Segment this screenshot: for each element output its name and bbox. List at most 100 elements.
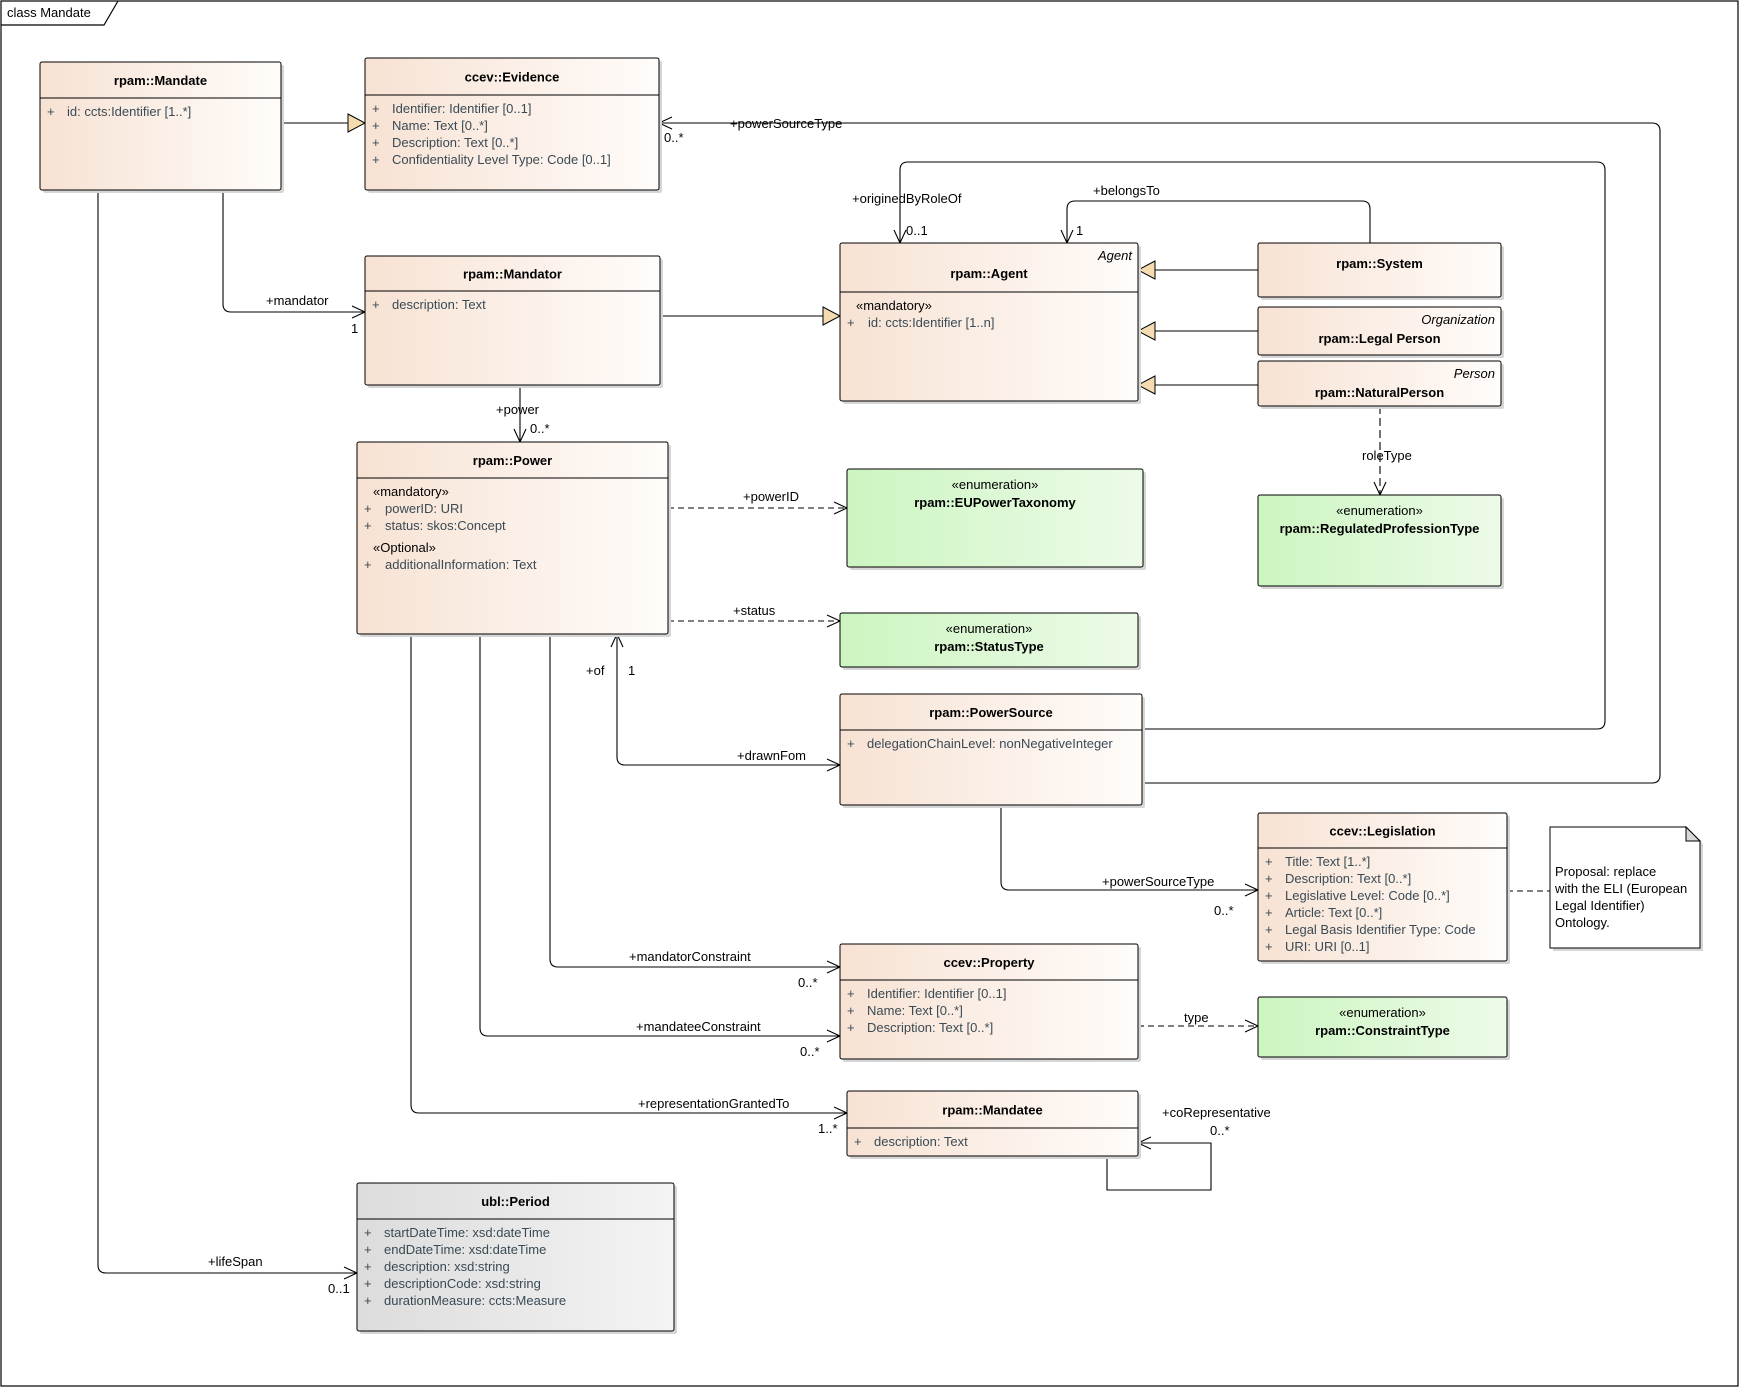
attribute: description: Text — [392, 297, 486, 312]
visibility-marker: + — [364, 1225, 372, 1240]
multiplicity-label: 0..1 — [328, 1281, 350, 1296]
association-powersourcetype-evidence[interactable] — [659, 122, 1661, 784]
class-alias: Agent — [1097, 248, 1133, 263]
visibility-marker: + — [847, 1020, 855, 1035]
enum-stereotype: «enumeration» — [952, 477, 1039, 492]
role-label: roleType — [1362, 448, 1412, 463]
class-title: rpam::NaturalPerson — [1315, 385, 1444, 400]
multiplicity-label: 0..* — [1210, 1123, 1230, 1138]
enum-stereotype: «enumeration» — [946, 621, 1033, 636]
attribute: delegationChainLevel: nonNegativeInteger — [867, 736, 1113, 751]
attribute: Confidentiality Level Type: Code [0..1] — [392, 152, 611, 167]
attribute: URI: URI [0..1] — [1285, 939, 1370, 954]
enum-eu-power-taxonomy[interactable]: «enumeration»rpam::EUPowerTaxonomy — [846, 468, 1146, 570]
class-power-source[interactable]: rpam::PowerSource+ delegationChainLevel: … — [839, 693, 1145, 808]
attribute: description: xsd:string — [384, 1259, 510, 1274]
multiplicity-label: 0..* — [800, 1044, 820, 1059]
class-natural-person[interactable]: Personrpam::NaturalPerson — [1257, 360, 1504, 409]
generalization-arrow-icon — [347, 113, 367, 133]
attribute: status: skos:Concept — [385, 518, 506, 533]
class-evidence[interactable]: ccev::Evidence+ Identifier: Identifier [0… — [364, 57, 662, 193]
class-diagram: class Mandate rpam::Mandate+ id: ccts:Ide… — [0, 0, 1739, 1387]
note-fold — [1685, 825, 1702, 842]
role-label: +status — [733, 603, 776, 618]
visibility-marker: + — [372, 101, 380, 116]
association-mandateeconstraint[interactable] — [479, 634, 840, 1037]
class-legislation[interactable]: ccev::Legislation+ Title: Text [1..*]+ Des… — [1257, 812, 1510, 964]
class-title: ccev::Evidence — [465, 70, 560, 85]
role-label: +power — [496, 402, 540, 417]
visibility-marker: + — [47, 104, 55, 119]
attribute: Article: Text [0..*] — [1285, 905, 1382, 920]
class-period[interactable]: ubl::Period+ startDateTime: xsd:dateTime+… — [356, 1182, 677, 1334]
class-box — [356, 441, 669, 635]
attribute: descriptionCode: xsd:string — [384, 1276, 541, 1291]
attribute: Description: Text [0..*] — [1285, 871, 1411, 886]
attribute: endDateTime: xsd:dateTime — [384, 1242, 546, 1257]
visibility-marker: + — [847, 315, 855, 330]
association-of-drawnfom[interactable] — [616, 634, 840, 766]
visibility-marker: + — [364, 1276, 372, 1291]
visibility-marker: + — [364, 1293, 372, 1308]
visibility-marker: + — [364, 557, 372, 572]
class-title: rpam::Mandatee — [942, 1103, 1042, 1118]
attribute: id: ccts:Identifier [1..*] — [67, 104, 191, 119]
multiplicity-label: 0..* — [664, 130, 684, 145]
attribute: description: Text — [874, 1134, 968, 1149]
class-title: ubl::Period — [481, 1194, 550, 1209]
association-mandatorconstraint[interactable] — [549, 634, 840, 968]
multiplicity-label: 0..* — [798, 975, 818, 990]
visibility-marker: + — [847, 986, 855, 1001]
attribute: Name: Text [0..*] — [392, 118, 488, 133]
attribute: id: ccts:Identifier [1..n] — [868, 315, 994, 330]
stereotype-label: «Optional» — [373, 540, 436, 555]
role-label: +powerSourceType — [730, 116, 842, 131]
association-belongsto[interactable] — [1066, 200, 1371, 243]
class-mandatee[interactable]: rpam::Mandatee+ description: Text — [846, 1090, 1141, 1159]
note[interactable]: Proposal: replace with the ELI (European L… — [1549, 825, 1703, 951]
class-title: ccev::Legislation — [1329, 824, 1435, 839]
attribute: Description: Text [0..*] — [867, 1020, 993, 1035]
role-label: +belongsTo — [1093, 183, 1160, 198]
association-lifespan[interactable] — [97, 190, 357, 1274]
attribute: powerID: URI — [385, 501, 463, 516]
class-mandator[interactable]: rpam::Mandator+ description: Text — [364, 255, 663, 388]
note-line: Ontology. — [1555, 915, 1610, 930]
attribute: durationMeasure: ccts:Measure — [384, 1293, 566, 1308]
attribute: Name: Text [0..*] — [867, 1003, 963, 1018]
role-label: +drawnFom — [737, 748, 806, 763]
enum-status-type[interactable]: «enumeration»rpam::StatusType — [839, 612, 1141, 670]
visibility-marker: + — [1265, 871, 1273, 886]
association-representationgrantedto[interactable] — [410, 634, 847, 1114]
boxes-layer: rpam::Mandate+ id: ccts:Identifier [1..*]… — [39, 57, 1703, 1334]
role-label: +representationGrantedTo — [638, 1096, 789, 1111]
multiplicity-label: 1 — [351, 321, 358, 336]
visibility-marker: + — [364, 1259, 372, 1274]
visibility-marker: + — [1265, 905, 1273, 920]
attribute: Title: Text [1..*] — [1285, 854, 1370, 869]
class-system[interactable]: rpam::System — [1257, 242, 1504, 300]
class-agent[interactable]: Agentrpam::Agent«mandatory»+ id: ccts:Ide… — [839, 242, 1141, 404]
role-label: +mandatorConstraint — [629, 949, 751, 964]
visibility-marker: + — [1265, 854, 1273, 869]
role-label: +powerID — [743, 489, 799, 504]
class-legal-person[interactable]: Organizationrpam::Legal Person — [1257, 306, 1504, 358]
role-label: +coRepresentative — [1162, 1105, 1271, 1120]
attribute: additionalInformation: Text — [385, 557, 537, 572]
attribute: Legal Basis Identifier Type: Code — [1285, 922, 1476, 937]
enum-regulated-profession-type[interactable]: «enumeration»rpam::RegulatedProfessionTy… — [1257, 494, 1504, 589]
note-line: with the ELI (European — [1554, 881, 1687, 896]
class-power[interactable]: rpam::Power«mandatory»+ powerID: URI+ stat… — [356, 441, 671, 637]
attribute: Identifier: Identifier [0..1] — [867, 986, 1006, 1001]
class-alias: Organization — [1421, 312, 1495, 327]
class-property[interactable]: ccev::Property+ Identifier: Identifier [0… — [839, 943, 1141, 1062]
class-title: rpam::System — [1336, 256, 1423, 271]
enum-constraint-type[interactable]: «enumeration»rpam::ConstraintType — [1257, 996, 1510, 1060]
visibility-marker: + — [372, 152, 380, 167]
enum-stereotype: «enumeration» — [1336, 503, 1423, 518]
class-mandate[interactable]: rpam::Mandate+ id: ccts:Identifier [1..*] — [39, 61, 284, 193]
role-label: +powerSourceType — [1102, 874, 1214, 889]
role-label: +originedByRoleOf — [852, 191, 962, 206]
role-label: type — [1184, 1010, 1209, 1025]
visibility-marker: + — [854, 1134, 862, 1149]
